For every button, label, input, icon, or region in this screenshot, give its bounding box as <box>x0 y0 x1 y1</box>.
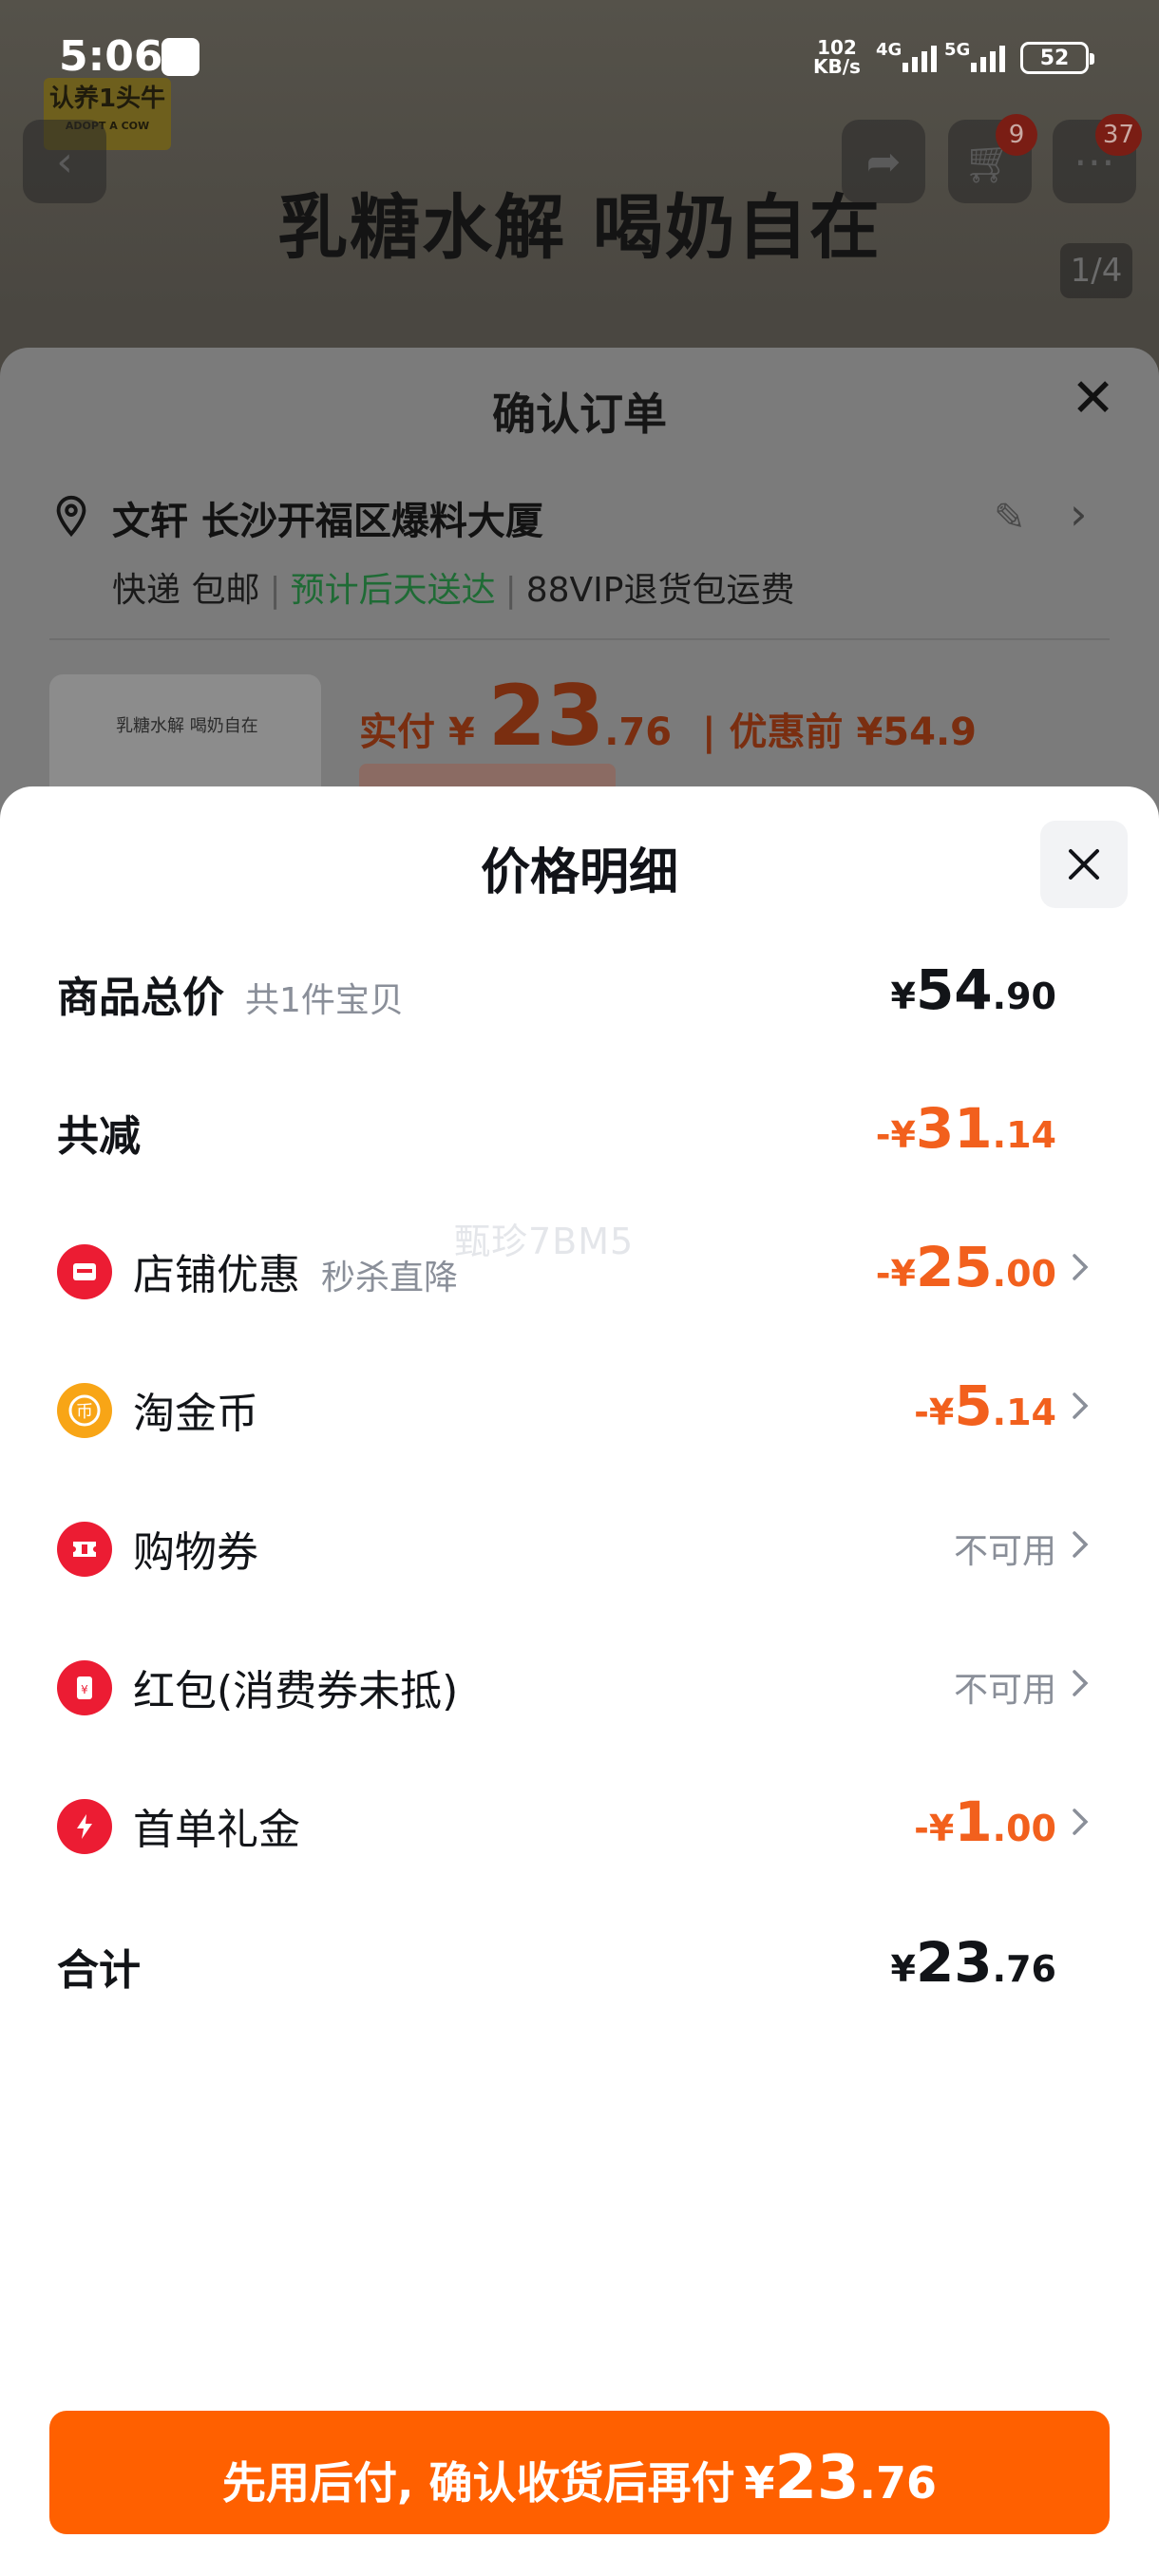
row-store-discount[interactable]: 店铺优惠 秒杀直降 -¥25.00 <box>0 1206 1159 1320</box>
return-shipping: 88VIP退货包运费 <box>525 571 795 610</box>
paid-dec: .76 <box>604 710 673 754</box>
before-discount-price: 优惠前 ¥54.9 <box>729 710 977 754</box>
paid-label: 实付 <box>359 710 435 754</box>
row-value: -¥1.00 <box>914 1790 1056 1854</box>
row-value: ¥54.90 <box>890 957 1057 1022</box>
shipping-method: 快递 包邮 <box>112 571 260 610</box>
chevron-right-icon <box>1073 1392 1089 1419</box>
row-label: 商品总价 共1件宝贝 <box>57 974 404 1022</box>
row-value: ¥23.76 <box>890 1930 1057 1995</box>
store-icon <box>57 1244 112 1299</box>
row-label: 购物券 <box>133 1528 258 1577</box>
lightning-icon <box>57 1799 112 1854</box>
row-note: 秒杀直降 <box>321 1259 459 1297</box>
product-thumb-text: 乳糖水解 喝奶自在 <box>116 716 258 736</box>
signal-bars-icon <box>902 44 937 72</box>
message-badge: 37 <box>1094 114 1142 156</box>
confirm-order-title: 确认订单 <box>492 388 667 440</box>
row-taojinbi[interactable]: 币 淘金币 -¥5.14 <box>0 1345 1159 1459</box>
location-pin-icon <box>56 495 86 538</box>
row-grand-total: 合计 ¥23.76 <box>0 1902 1159 2016</box>
divider <box>49 638 1110 640</box>
network-speed: 102 KB/s <box>813 38 861 76</box>
screen: 认养1头牛 ADOPT A COW ‹ ➦ 🛒︎ 9 ⋯ 37 乳糖水解 喝奶自… <box>0 0 1159 2576</box>
edit-address-icon[interactable]: ✎ <box>994 496 1026 540</box>
row-label: 合计 <box>57 1946 141 1995</box>
row-label: 店铺优惠 秒杀直降 <box>133 1251 459 1299</box>
close-button[interactable] <box>1040 821 1128 908</box>
close-icon: ✕ <box>1071 368 1115 429</box>
battery-level: 52 <box>1039 46 1070 70</box>
image-indicator: 1/4 <box>1060 243 1132 298</box>
delivery-address[interactable]: 文轩 长沙开福区爆料大厦 <box>112 490 543 545</box>
chevron-right-icon <box>1073 1531 1089 1558</box>
battery-icon: 52 <box>1020 42 1094 74</box>
network-speed-unit: KB/s <box>813 55 861 78</box>
row-shopping-coupon[interactable]: 购物券 不可用 <box>0 1484 1159 1598</box>
pay-later-button[interactable]: 先用后付, 确认收货后再付 ¥23.76 <box>49 2411 1110 2534</box>
row-red-envelope[interactable]: ¥ 红包(消费券未抵) 不可用 <box>0 1622 1159 1736</box>
paid-int: 23 <box>487 667 605 765</box>
delivery-estimate: 预计后天送达 <box>290 571 496 610</box>
product-headline: 乳糖水解 喝奶自在 <box>277 187 882 269</box>
row-value: -¥5.14 <box>914 1373 1056 1438</box>
price-detail-title: 价格明细 <box>480 844 678 901</box>
row-status: 不可用 <box>953 1671 1056 1710</box>
signal-bars-icon <box>971 44 1005 72</box>
chevron-right-icon <box>1073 1809 1089 1835</box>
row-label: 红包(消费券未抵) <box>133 1667 459 1715</box>
coin-icon: 币 <box>57 1383 112 1438</box>
red-envelope-icon: ¥ <box>57 1660 112 1715</box>
row-label: 首单礼金 <box>133 1806 300 1854</box>
network-type-2: 5G <box>944 40 971 60</box>
status-bar: 5:06 102 KB/s 4G 5G 52 <box>0 0 1159 104</box>
paid-amount: 实付 ¥ 23.76 | 优惠前 ¥54.9 <box>359 667 977 765</box>
chevron-right-icon <box>1073 1670 1089 1696</box>
confirm-close-button[interactable]: ✕ <box>1071 372 1115 426</box>
network-type-1: 4G <box>876 40 902 60</box>
chevron-right-icon <box>1073 1254 1089 1280</box>
pay-button-int: 23 <box>774 2443 860 2513</box>
svg-text:¥: ¥ <box>81 1683 88 1696</box>
pay-button-text: 先用后付, 确认收货后再付 <box>221 2457 735 2509</box>
paid-currency: ¥ <box>447 710 475 754</box>
row-note: 共1件宝贝 <box>245 981 404 1020</box>
cart-badge: 9 <box>996 114 1037 156</box>
paid-separator: | <box>701 710 716 754</box>
row-label: 淘金币 <box>133 1390 258 1438</box>
row-goods-total: 商品总价 共1件宝贝 ¥54.90 <box>0 929 1159 1043</box>
status-time: 5:06 <box>59 32 163 81</box>
notification-app-icon <box>162 38 200 76</box>
row-value: -¥25.00 <box>875 1235 1056 1299</box>
address-chevron-icon: › <box>1070 488 1088 540</box>
row-first-order-gift[interactable]: 首单礼金 -¥1.00 <box>0 1761 1159 1875</box>
row-status: 不可用 <box>953 1532 1056 1571</box>
shipping-info: 快递 包邮 | 预计后天送达 | 88VIP退货包运费 <box>112 571 795 610</box>
row-label: 共减 <box>57 1112 141 1161</box>
pay-button-dec: .76 <box>859 2457 938 2509</box>
row-total-discount: 共减 -¥31.14 <box>0 1068 1159 1182</box>
svg-text:币: 币 <box>76 1402 93 1422</box>
price-detail-sheet: 价格明细 甄珍7BM5 商品总价共1件宝贝 ¥54.90 共减 -¥31.14 <box>0 786 1159 2576</box>
coupon-icon <box>57 1522 112 1577</box>
pay-button-currency: ¥ <box>744 2457 775 2509</box>
row-value: -¥31.14 <box>875 1096 1056 1161</box>
close-icon <box>1069 849 1099 880</box>
